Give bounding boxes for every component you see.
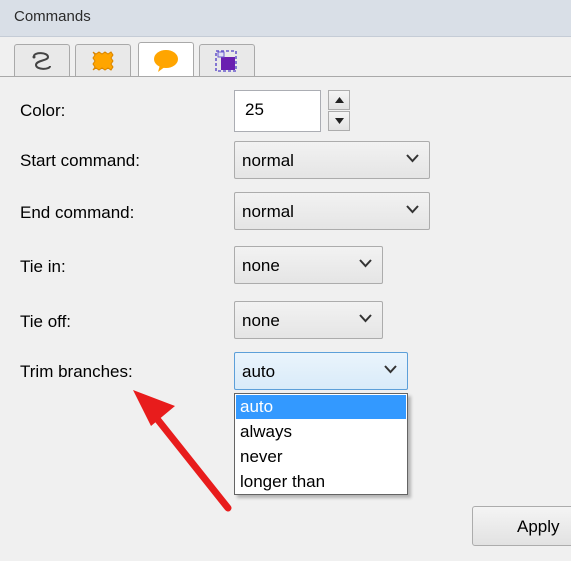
color-value: 25 <box>245 100 264 119</box>
panel-title-bar: Commands <box>0 0 571 37</box>
select-region-icon <box>215 50 237 72</box>
trim-branches-label: Trim branches: <box>20 362 133 381</box>
tie-off-label: Tie off: <box>20 312 72 331</box>
tie-off-select[interactable]: none <box>234 301 383 339</box>
chevron-down-icon <box>406 154 419 163</box>
tab-select-region[interactable] <box>199 44 255 77</box>
start-command-value: normal <box>242 151 294 170</box>
dropdown-option-never[interactable]: never <box>236 445 406 469</box>
tab-stamp[interactable] <box>75 44 131 77</box>
start-command-select[interactable]: normal <box>234 141 430 179</box>
stamp-icon <box>92 51 114 71</box>
route-icon <box>32 52 51 70</box>
chevron-down-icon <box>334 118 344 124</box>
decrement-button[interactable] <box>328 111 350 131</box>
trim-branches-value: auto <box>242 362 276 381</box>
dropdown-option-longer-than[interactable]: longer than <box>236 470 406 494</box>
end-command-select[interactable]: normal <box>234 192 430 230</box>
tie-off-value: none <box>242 311 280 330</box>
chevron-down-icon <box>359 314 372 323</box>
tab-notes[interactable] <box>138 42 194 78</box>
tie-in-label: Tie in: <box>20 257 66 276</box>
dropdown-option-always[interactable]: always <box>236 420 406 444</box>
panel-title: Commands <box>14 8 91 25</box>
color-stepper <box>328 90 350 132</box>
tie-in-select[interactable]: none <box>234 246 383 284</box>
chevron-down-icon <box>359 259 372 268</box>
speech-bubble-icon <box>154 49 178 72</box>
increment-button[interactable] <box>328 90 350 110</box>
color-input[interactable]: 25 <box>234 90 321 132</box>
color-label: Color: <box>20 101 66 120</box>
trim-branches-dropdown: auto always never longer than <box>234 393 408 495</box>
dropdown-option-auto[interactable]: auto <box>236 395 406 419</box>
start-command-label: Start command: <box>20 151 140 170</box>
apply-button[interactable]: Apply <box>472 506 571 546</box>
end-command-value: normal <box>242 202 294 221</box>
trim-branches-select[interactable]: auto <box>234 352 408 390</box>
apply-button-label: Apply <box>517 517 560 536</box>
chevron-up-icon <box>334 97 344 103</box>
end-command-label: End command: <box>20 203 135 222</box>
chevron-down-icon <box>384 365 397 374</box>
chevron-down-icon <box>406 205 419 214</box>
tie-in-value: none <box>242 256 280 275</box>
tab-route[interactable] <box>14 44 70 77</box>
